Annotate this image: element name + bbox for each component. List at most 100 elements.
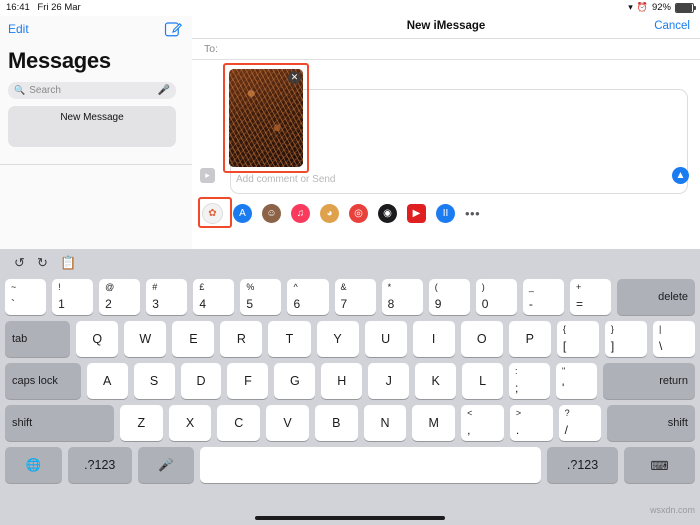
undo-icon[interactable]: ↺ — [14, 255, 25, 271]
more-apps[interactable]: ••• — [465, 206, 480, 221]
key-t[interactable]: T — [268, 321, 311, 357]
tab-key[interactable]: tab — [5, 321, 71, 357]
memoji-app[interactable]: ☺ — [262, 203, 281, 223]
key-l[interactable]: L — [462, 363, 504, 399]
key-slash[interactable]: ? / — [558, 405, 602, 441]
expand-app-strip-icon[interactable]: ▸ — [200, 168, 215, 183]
dictation-key[interactable]: 🎤 — [137, 447, 195, 483]
key-main: ' — [561, 381, 565, 395]
shift-right-key[interactable]: shift — [607, 405, 695, 441]
key-i[interactable]: I — [412, 321, 455, 357]
key-sup: ^ — [293, 282, 298, 292]
send-arrow-icon[interactable]: ▲ — [672, 167, 689, 184]
key-e[interactable]: E — [172, 321, 215, 357]
key-8[interactable]: * 8 — [381, 279, 423, 315]
compose-icon[interactable] — [164, 20, 182, 38]
key-y[interactable]: Y — [316, 321, 359, 357]
key-sup: > — [515, 408, 522, 418]
alarm-icon: ⏰ — [636, 2, 648, 12]
music-app[interactable]: ♫ — [291, 203, 310, 223]
delete-key[interactable]: delete — [617, 279, 696, 315]
key-r[interactable]: R — [220, 321, 263, 357]
key-7[interactable]: & 7 — [334, 279, 376, 315]
key-4[interactable]: £4 — [193, 279, 235, 315]
key-d[interactable]: D — [180, 363, 222, 399]
key-minus[interactable]: _ - — [522, 279, 564, 315]
key-5[interactable]: % 5 — [240, 279, 282, 315]
key-label: W — [139, 332, 152, 346]
key-o[interactable]: O — [460, 321, 503, 357]
key-sup: ? — [564, 408, 570, 418]
shift-left-label: shift — [12, 417, 33, 429]
digital-touch-app[interactable]: ◉ — [378, 203, 397, 223]
key-f[interactable]: F — [227, 363, 269, 399]
key-period[interactable]: >. — [509, 405, 553, 441]
key-label: L — [479, 374, 487, 388]
key-bracket-left[interactable]: {[ — [556, 321, 599, 357]
key-n[interactable]: N — [363, 405, 407, 441]
key-quote[interactable]: " ' — [555, 363, 597, 399]
globe-key[interactable]: 🌐 — [5, 447, 62, 483]
key-x[interactable]: X — [168, 405, 212, 441]
clipboard-icon[interactable]: 📋 — [60, 255, 76, 271]
key-u[interactable]: U — [364, 321, 407, 357]
search-input[interactable]: 🔍 Search 🎤 — [8, 82, 176, 99]
key-s[interactable]: S — [133, 363, 175, 399]
key-m[interactable]: M — [412, 405, 456, 441]
key-label: S — [149, 374, 159, 388]
key-backslash[interactable]: | \ — [652, 321, 696, 357]
key-bracket-right[interactable]: }] — [604, 321, 647, 357]
key-j[interactable]: J — [368, 363, 410, 399]
key-label: A — [103, 374, 112, 388]
attachment-thumbnail[interactable]: ✕ — [229, 69, 303, 167]
key-comma[interactable]: <, — [461, 405, 504, 441]
key-2[interactable]: @2 — [99, 279, 141, 315]
key-q[interactable]: Q — [76, 321, 119, 357]
list-item[interactable]: New Message — [8, 106, 176, 147]
key-h[interactable]: H — [321, 363, 363, 399]
remove-attachment-icon[interactable]: ✕ — [288, 71, 301, 84]
key-semicolon[interactable]: :; — [509, 363, 550, 399]
key-3[interactable]: #3 — [146, 279, 188, 315]
key-6[interactable]: ^ 6 — [287, 279, 329, 315]
microphone-icon[interactable]: 🎤 — [158, 85, 170, 96]
images-search-app[interactable]: ◎ — [349, 203, 368, 223]
return-key[interactable]: return — [602, 363, 695, 399]
photos-app[interactable]: ✿ — [202, 202, 223, 224]
num-left-key[interactable]: .?123 — [67, 447, 132, 483]
num-right-key[interactable]: .?123 — [547, 447, 619, 483]
redo-icon[interactable]: ↻ — [37, 255, 48, 271]
key-k[interactable]: K — [415, 363, 457, 399]
app-store-app[interactable]: A — [233, 203, 252, 223]
cancel-button[interactable]: Cancel — [654, 20, 690, 32]
key-w[interactable]: W — [124, 321, 167, 357]
key-p[interactable]: P — [508, 321, 551, 357]
key-0[interactable]: ) 0 — [475, 279, 517, 315]
key-sup: ( — [434, 282, 438, 292]
key-backtick[interactable]: ~ ` — [5, 279, 47, 315]
key-a[interactable]: A — [86, 363, 128, 399]
key-equals[interactable]: + = — [569, 279, 612, 315]
apple-pay-app[interactable]: II — [436, 203, 455, 223]
hide-keyboard-key[interactable]: ⌨ — [624, 447, 696, 483]
status-right: ▾ ⏰ 92% — [628, 2, 696, 13]
key-sup: ! — [58, 282, 61, 292]
youtube-app[interactable]: ▶ — [407, 203, 426, 223]
search-placeholder: Search — [29, 85, 61, 96]
key-z[interactable]: Z — [119, 405, 163, 441]
edit-button[interactable]: Edit — [8, 22, 29, 36]
key-g[interactable]: G — [274, 363, 316, 399]
shift-left-key[interactable]: shift — [5, 405, 114, 441]
key-b[interactable]: B — [314, 405, 358, 441]
caps-lock-key[interactable]: caps lock — [5, 363, 81, 399]
space-key[interactable] — [200, 447, 542, 483]
key-9[interactable]: (9 — [428, 279, 470, 315]
key-c[interactable]: C — [217, 405, 261, 441]
key-main: 3 — [152, 297, 159, 311]
key-1[interactable]: ! 1 — [52, 279, 94, 315]
key-v[interactable]: V — [266, 405, 309, 441]
to-field-row[interactable]: To: — [192, 39, 700, 60]
key-label: P — [525, 332, 534, 346]
comment-placeholder[interactable]: Add comment or Send — [236, 174, 336, 185]
animoji-app[interactable]: ◕ — [320, 203, 339, 223]
